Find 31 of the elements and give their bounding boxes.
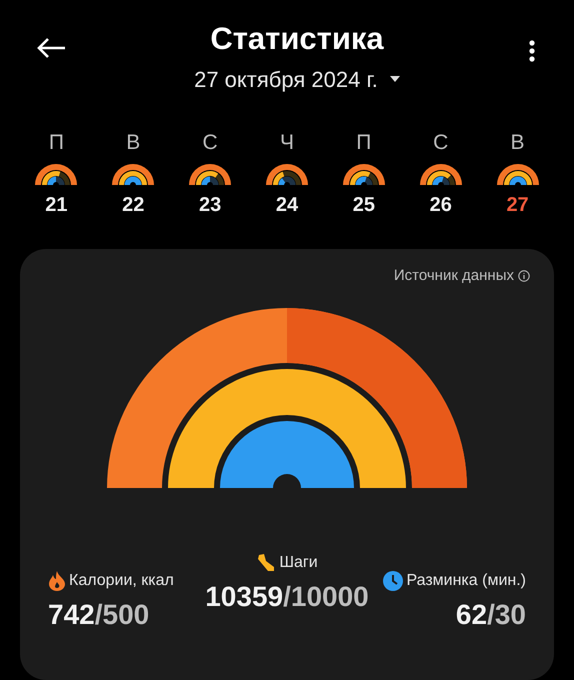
day-tab[interactable]: В 27 [479,132,556,215]
back-arrow-icon [36,37,66,59]
activity-rings-icon [111,162,156,185]
date-dropdown[interactable]: 27 октября 2024 г. [194,62,400,96]
metric-value: 62/30 [456,598,526,632]
metric-label: Разминка (мин.) [406,571,526,592]
day-tab[interactable]: С 26 [402,132,480,215]
back-button[interactable] [36,36,68,60]
day-tab[interactable]: П 21 [18,132,95,215]
kebab-menu-icon [529,40,535,62]
activity-rings-icon [34,162,78,185]
day-tab[interactable]: В 22 [94,132,172,215]
day-tab[interactable]: Ч 24 [248,132,326,215]
day-tab[interactable]: П 25 [325,132,402,215]
metric-value: 10359/10000 [204,580,370,614]
flame-icon [48,571,66,592]
metric-value: 742/500 [48,598,150,632]
clock-icon [383,571,404,592]
caret-icon [390,76,400,82]
metric-label: Шаги [279,553,318,574]
activity-rings-icon [418,162,463,185]
metric-label: Калории, ккал [69,571,174,592]
activity-rings-icon [342,162,386,185]
day-tab[interactable]: С 23 [172,132,249,215]
activity-rings-icon [264,162,309,185]
activity-rings-icon [496,162,540,185]
info-icon [518,270,530,282]
page-title: Статистика [210,20,384,58]
data-source-link[interactable]: Источник данных [394,264,514,288]
activity-rings-icon [188,162,232,185]
sneaker-icon [256,553,276,574]
